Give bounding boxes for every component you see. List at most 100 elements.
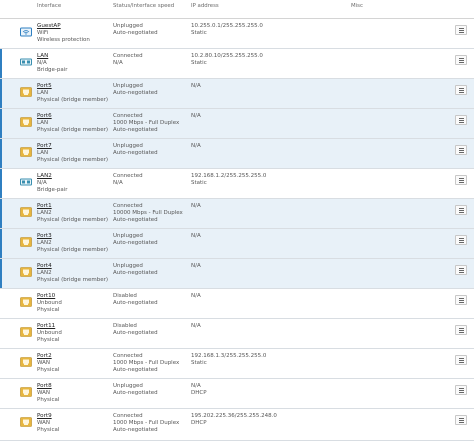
interface-status: Connected <box>113 113 143 119</box>
interface-ip: N/A <box>191 383 201 389</box>
interface-status: Connected <box>113 53 143 59</box>
row-menu-button[interactable] <box>455 265 467 275</box>
interface-name-link[interactable]: GuestAP <box>37 23 61 30</box>
table-row[interactable]: LAN2 N/A Bridge-pair Connected N/A 192.168.1.… <box>0 169 474 199</box>
port-icon <box>20 206 32 218</box>
row-menu-button[interactable] <box>455 175 467 185</box>
row-menu-button[interactable] <box>455 325 467 335</box>
interface-status: Connected <box>113 353 143 359</box>
interface-type: WAN <box>37 360 51 366</box>
wifi-icon <box>20 26 32 38</box>
table-row[interactable]: Port6 LAN Physical (bridge member) Connecte… <box>0 109 474 139</box>
row-menu-button[interactable] <box>455 385 467 395</box>
interface-role: Wireless protection <box>37 37 90 43</box>
interface-role: Physical <box>37 427 60 433</box>
header-interface[interactable]: Interface <box>37 3 61 9</box>
table-row[interactable]: Port11 Unbound Physical Disabled Auto-negoti… <box>0 319 474 349</box>
row-menu-button[interactable] <box>455 235 467 245</box>
bridge-icon <box>20 56 32 68</box>
row-menu-button[interactable] <box>455 115 467 125</box>
interface-speed: Auto-negotiated <box>113 90 158 96</box>
interface-speed: Auto-negotiated <box>113 150 158 156</box>
table-row[interactable]: Port10 Unbound Physical Disabled Auto-negoti… <box>0 289 474 319</box>
table-row[interactable]: Port4 LAN2 Physical (bridge member) Unplugg… <box>0 259 474 289</box>
interface-name-link[interactable]: Port11 <box>37 323 55 330</box>
interface-role: Physical <box>37 367 60 373</box>
interface-name-link[interactable]: Port5 <box>37 83 52 90</box>
table-row[interactable]: Port8 WAN Physical Unplugged Auto-negotiated… <box>0 379 474 409</box>
interface-status: Unplugged <box>113 23 143 29</box>
row-menu-button[interactable] <box>455 85 467 95</box>
interface-speed: Auto-negotiated <box>113 270 158 276</box>
interface-speed: Auto-negotiated <box>113 240 158 246</box>
interface-role: Physical <box>37 397 60 403</box>
table-row[interactable]: Port3 LAN2 Physical (bridge member) Unplugg… <box>0 229 474 259</box>
interface-speed: Auto-negotiated <box>113 330 158 336</box>
interface-name-link[interactable]: Port10 <box>37 293 55 300</box>
row-accent-bar <box>0 259 2 288</box>
interface-status: Disabled <box>113 323 137 329</box>
interface-type: LAN <box>37 90 49 96</box>
interface-role: Physical (bridge member) <box>37 97 109 103</box>
interface-name-link[interactable]: Port3 <box>37 233 52 240</box>
port-icon <box>20 116 32 128</box>
table-row[interactable]: Port7 LAN Physical (bridge member) Unplugge… <box>0 139 474 169</box>
table-row[interactable]: Port2 WAN Physical Connected 1000 Mbps - Ful… <box>0 349 474 379</box>
interface-ip: N/A <box>191 203 201 209</box>
interface-speed: Auto-negotiated <box>113 390 158 396</box>
row-menu-button[interactable] <box>455 25 467 35</box>
port-icon <box>20 86 32 98</box>
row-menu-button[interactable] <box>455 295 467 305</box>
interface-speed: Auto-negotiated <box>113 300 158 306</box>
interface-status: Unplugged <box>113 143 143 149</box>
interface-ip: N/A <box>191 113 201 119</box>
row-menu-button[interactable] <box>455 355 467 365</box>
row-accent-bar <box>0 169 2 198</box>
interface-type: LAN2 <box>37 270 52 276</box>
interface-type: WAN <box>37 420 51 426</box>
interface-name-link[interactable]: LAN2 <box>37 173 52 180</box>
interface-ip: N/A <box>191 143 201 149</box>
interface-type: LAN <box>37 150 49 156</box>
table-row[interactable]: LAN N/A Bridge-pair Connected N/A 10.2.80.10/… <box>0 49 474 79</box>
row-menu-button[interactable] <box>455 205 467 215</box>
interface-role: Physical (bridge member) <box>37 217 109 223</box>
interface-speed: 1000 Mbps - Full Duplex <box>113 420 180 426</box>
row-menu-button[interactable] <box>455 145 467 155</box>
table-row[interactable]: GuestAP WiFi Wireless protection Unplugged A… <box>0 19 474 49</box>
interface-name-link[interactable]: Port4 <box>37 263 52 270</box>
interface-type: WiFi <box>37 30 49 36</box>
interface-role: Physical <box>37 337 60 343</box>
table-row[interactable]: Port5 LAN Physical (bridge member) Unplugge… <box>0 79 474 109</box>
interface-speed: 1000 Mbps - Full Duplex <box>113 120 180 126</box>
interface-role: Physical <box>37 307 60 313</box>
interface-ip: 195.202.225.36/255.255.248.0 <box>191 413 277 419</box>
table-row[interactable]: Port1 LAN2 Physical (bridge member) Connect… <box>0 199 474 229</box>
interface-speed: Auto-negotiated <box>113 30 158 36</box>
interface-negotiation: Auto-negotiated <box>113 127 158 133</box>
table-row[interactable]: Port9 WAN Physical Connected 1000 Mbps - Ful… <box>0 409 474 441</box>
interfaces-table: Interface Status/Interface speed IP addr… <box>0 0 474 443</box>
interface-ip-mode: Static <box>191 360 207 366</box>
port-icon <box>20 416 32 428</box>
interface-ip: N/A <box>191 233 201 239</box>
header-misc[interactable]: Misc <box>351 3 363 9</box>
interface-ip-mode: DHCP <box>191 420 207 426</box>
interface-role: Physical (bridge member) <box>37 277 109 283</box>
row-menu-button[interactable] <box>455 415 467 425</box>
port-icon <box>20 296 32 308</box>
header-ip[interactable]: IP address <box>191 3 219 9</box>
interface-speed: 1000 Mbps - Full Duplex <box>113 360 180 366</box>
interface-name-link[interactable]: Port1 <box>37 203 52 210</box>
interface-name-link[interactable]: Port6 <box>37 113 52 120</box>
row-menu-button[interactable] <box>455 55 467 65</box>
interface-name-link[interactable]: LAN <box>37 53 48 60</box>
interface-name-link[interactable]: Port7 <box>37 143 52 150</box>
interface-name-link[interactable]: Port2 <box>37 353 52 360</box>
interface-name-link[interactable]: Port8 <box>37 383 52 390</box>
interface-ip-mode: Static <box>191 60 207 66</box>
interface-name-link[interactable]: Port9 <box>37 413 52 420</box>
interface-status: Unplugged <box>113 263 143 269</box>
header-status[interactable]: Status/Interface speed <box>113 3 183 9</box>
interface-status: Connected <box>113 203 143 209</box>
